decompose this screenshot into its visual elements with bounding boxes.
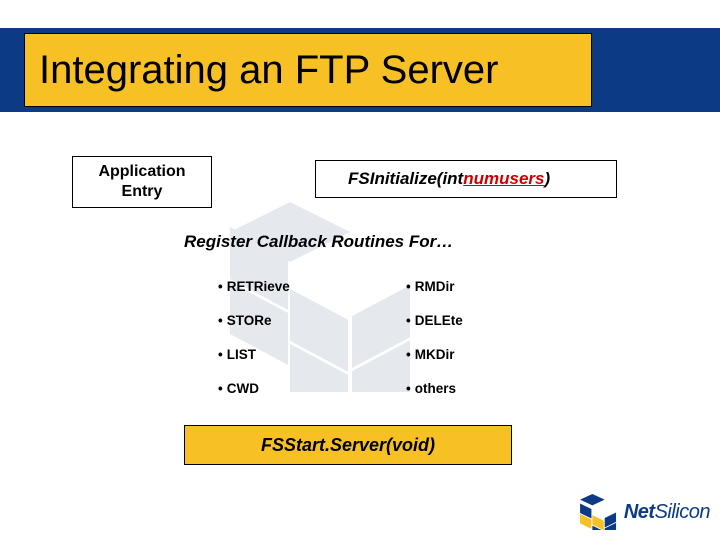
fsinitialize-suffix: ) <box>544 169 550 189</box>
footer-brand-silicon: Silicon <box>655 501 710 523</box>
register-callbacks-heading: Register Callback Routines For… <box>184 232 453 252</box>
list-item: • RMDir <box>406 269 463 303</box>
bullet-icon: • <box>406 279 411 294</box>
bullet-label: DELEte <box>415 313 463 328</box>
bullet-icon: • <box>406 381 411 396</box>
bullet-label: STORe <box>227 313 272 328</box>
bullet-icon: • <box>406 347 411 362</box>
bullet-label: MKDir <box>415 347 455 362</box>
footer-wordmark: NetSilicon <box>624 501 710 524</box>
fsinitialize-prefix: FSInitialize(int <box>348 169 463 189</box>
application-entry-box: Application Entry <box>72 156 212 208</box>
list-item: • LIST <box>218 337 290 371</box>
bullet-icon: • <box>218 381 223 396</box>
fsinitialize-box: FSInitialize(int numusers) <box>315 160 617 198</box>
bullet-label: CWD <box>227 381 259 396</box>
bullet-label: others <box>415 381 456 396</box>
fsstart-box: FSStart.Server(void) <box>184 425 512 465</box>
fsinitialize-param: numusers <box>463 169 544 189</box>
fsstart-label: FSStart.Server(void) <box>261 435 435 456</box>
application-entry-label: Application Entry <box>98 162 185 202</box>
slide-title: Integrating an FTP Server <box>39 48 499 93</box>
bullet-label: LIST <box>227 347 256 362</box>
list-item: • others <box>406 371 463 405</box>
list-item: • CWD <box>218 371 290 405</box>
bullet-label: RMDir <box>415 279 455 294</box>
bullet-icon: • <box>218 313 223 328</box>
bullet-icon: • <box>406 313 411 328</box>
bullet-label: RETRieve <box>227 279 290 294</box>
slide-title-bar: Integrating an FTP Server <box>24 33 592 107</box>
list-item: • MKDir <box>406 337 463 371</box>
netsilicon-mark-icon <box>580 494 618 530</box>
list-item: • STORe <box>218 303 290 337</box>
footer-logo: NetSilicon <box>580 494 710 530</box>
footer-brand-net: Net <box>624 501 655 523</box>
list-item: • RETRieve <box>218 269 290 303</box>
bullet-icon: • <box>218 347 223 362</box>
bullet-column-left: • RETRieve • STORe • LIST • CWD <box>218 269 290 405</box>
bullet-icon: • <box>218 279 223 294</box>
bullet-column-right: • RMDir • DELEte • MKDir • others <box>406 269 463 405</box>
list-item: • DELEte <box>406 303 463 337</box>
